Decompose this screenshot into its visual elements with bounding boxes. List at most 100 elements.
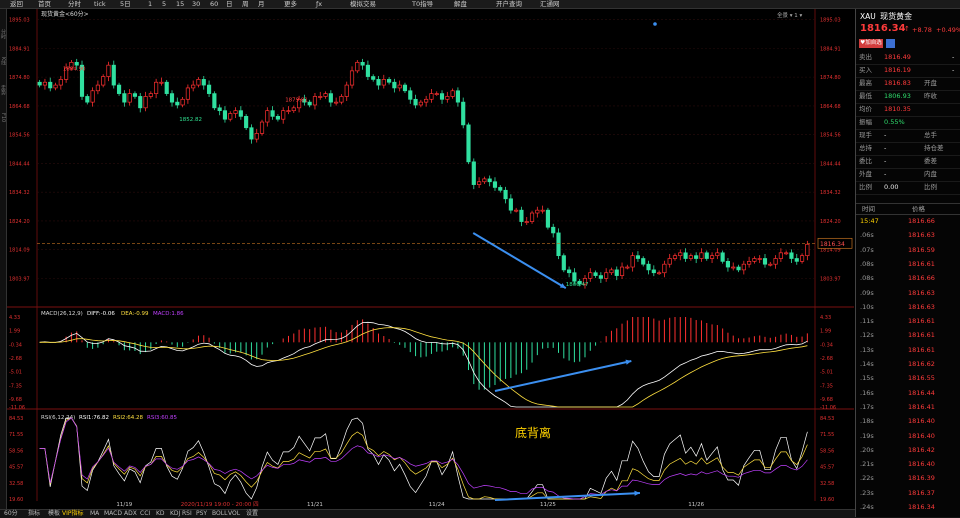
candle-body <box>609 269 614 274</box>
tick-time: .23s <box>860 488 874 497</box>
candle-body <box>164 81 169 94</box>
toolbar-item-5[interactable]: 1 <box>148 0 152 8</box>
toolbar-item-7[interactable]: 15 <box>176 0 184 8</box>
rsi-tick-left: 71.55 <box>9 432 23 438</box>
candle-body <box>720 252 725 262</box>
candle-body <box>143 96 148 109</box>
candle-body <box>58 79 63 86</box>
quote-row: 最低 1806.93 昨收 <box>856 90 960 104</box>
candle-body <box>196 79 201 86</box>
price-tick-right: 1854.56 <box>820 133 841 139</box>
candle-body <box>169 93 175 103</box>
candle-body <box>757 258 762 260</box>
candle-body <box>572 272 577 282</box>
candle-body <box>657 272 662 275</box>
rsi-tick-left: 32.58 <box>9 481 23 487</box>
tick-time: .19s <box>860 431 874 440</box>
price-tick-left: 1864.68 <box>9 104 30 110</box>
info-icon[interactable] <box>886 39 895 48</box>
candle-body <box>270 110 275 117</box>
rsi-tick-right: 32.58 <box>820 481 834 487</box>
candle-body <box>704 252 709 259</box>
period-selector[interactable]: 全景 ▾ 1 ▾ <box>777 11 803 19</box>
candle-body <box>455 90 460 103</box>
quote-row-value: - <box>884 157 887 165</box>
tick-price: 1816.40 <box>908 417 935 426</box>
macd-tick-right: 1.99 <box>820 329 831 335</box>
candle-body <box>445 96 450 100</box>
candle-body <box>101 76 106 86</box>
toolbar-item-12[interactable]: 月 <box>258 0 265 8</box>
candle-body <box>312 96 318 106</box>
ticks-price-header: 价格 <box>912 205 925 213</box>
tick-price: 1816.41 <box>908 402 935 411</box>
candle-body <box>90 90 95 103</box>
candle-body <box>715 252 720 257</box>
price-annotation-low2: 1800.47 <box>566 282 589 288</box>
toolbar-item-18[interactable]: 开户查询 <box>496 0 522 8</box>
candle-body <box>434 93 439 95</box>
toolbar-item-14[interactable]: ƒx <box>316 0 322 8</box>
candle-body <box>439 93 445 100</box>
toolbar-item-16[interactable]: T0指导 <box>412 0 433 8</box>
candle-body <box>233 110 238 114</box>
toolbar-item-8[interactable]: 30 <box>192 0 200 8</box>
macd-tick-right: -7.35 <box>820 383 833 389</box>
tick-price: 1816.40 <box>908 460 935 469</box>
quote-row-label: 总持 <box>859 144 872 152</box>
candle-body <box>180 98 185 106</box>
tick-price: 1816.63 <box>908 288 935 297</box>
candle-body <box>175 101 180 106</box>
instrument-code: XAU <box>860 12 876 21</box>
toolbar-item-0[interactable]: 返回 <box>10 0 23 8</box>
candle-body <box>466 124 471 163</box>
candle-body <box>307 101 312 106</box>
toolbar-item-17[interactable]: 解盘 <box>454 0 467 8</box>
candle-body <box>381 79 386 86</box>
tick-row: .13s 1816.61 <box>856 343 960 358</box>
candle-body <box>524 221 529 223</box>
candle-body <box>709 255 715 259</box>
candle-body <box>482 178 487 183</box>
candle-body <box>42 81 48 86</box>
macd-tick-left: -5.01 <box>9 370 22 376</box>
macd-tick-left: -0.34 <box>9 342 22 348</box>
tick-time: .10s <box>860 302 874 311</box>
side-tab-3[interactable]: F10 <box>0 113 6 139</box>
candle-body <box>699 252 704 259</box>
macd-tick-left: -11.06 <box>9 405 25 411</box>
candle-body <box>106 64 111 77</box>
macd-tick-left: 1.99 <box>9 329 20 335</box>
tick-row: .10s 1816.63 <box>856 300 960 315</box>
toolbar-item-4[interactable]: 5日 <box>120 0 131 8</box>
toolbar-item-10[interactable]: 日 <box>226 0 233 8</box>
toolbar-item-1[interactable]: 首页 <box>38 0 51 8</box>
price-tick-left: 1844.44 <box>9 161 30 167</box>
toolbar-item-11[interactable]: 周 <box>242 0 249 8</box>
tick-row: .23s 1816.37 <box>856 486 960 501</box>
toolbar-item-15[interactable]: 模拟交易 <box>350 0 376 8</box>
quote-row-value: 1810.35 <box>884 105 911 113</box>
side-tab-1[interactable]: K线 <box>0 57 6 83</box>
side-tab-0[interactable]: 分时 <box>0 29 6 55</box>
quote-title: XAU 现货黄金 <box>860 11 912 22</box>
candle-body <box>519 209 524 222</box>
toolbar-item-9[interactable]: 60 <box>210 0 218 8</box>
toolbar-item-6[interactable]: 5 <box>162 0 166 8</box>
price-tick-left: 1874.80 <box>9 75 30 81</box>
add-watchlist-button[interactable]: ♥加自选 <box>859 39 883 48</box>
quote-row: 外盘 - 内盘 <box>856 168 960 182</box>
price-tick-right: 1824.20 <box>820 219 841 225</box>
rsi1-label: RSI1:76.82 <box>79 415 109 421</box>
price-annotation-high2: 1879.81 <box>285 98 308 104</box>
candle-body <box>323 93 328 97</box>
side-tab-2[interactable]: 走势 <box>0 85 6 111</box>
toolbar-item-19[interactable]: 汇通网 <box>540 0 560 8</box>
kline-chart-area[interactable]: 现货黄金<60分> 全景 ▾ 1 ▾ 1895.03 1895.03 1884.91 18… <box>7 9 854 509</box>
tick-time: .13s <box>860 345 874 354</box>
tick-row: .18s 1816.40 <box>856 414 960 429</box>
toolbar-item-3[interactable]: tick <box>94 0 106 8</box>
toolbar-item-2[interactable]: 分时 <box>68 0 81 8</box>
toolbar-item-13[interactable]: 更多 <box>284 0 297 8</box>
quote-row-label: 买入 <box>859 66 872 74</box>
